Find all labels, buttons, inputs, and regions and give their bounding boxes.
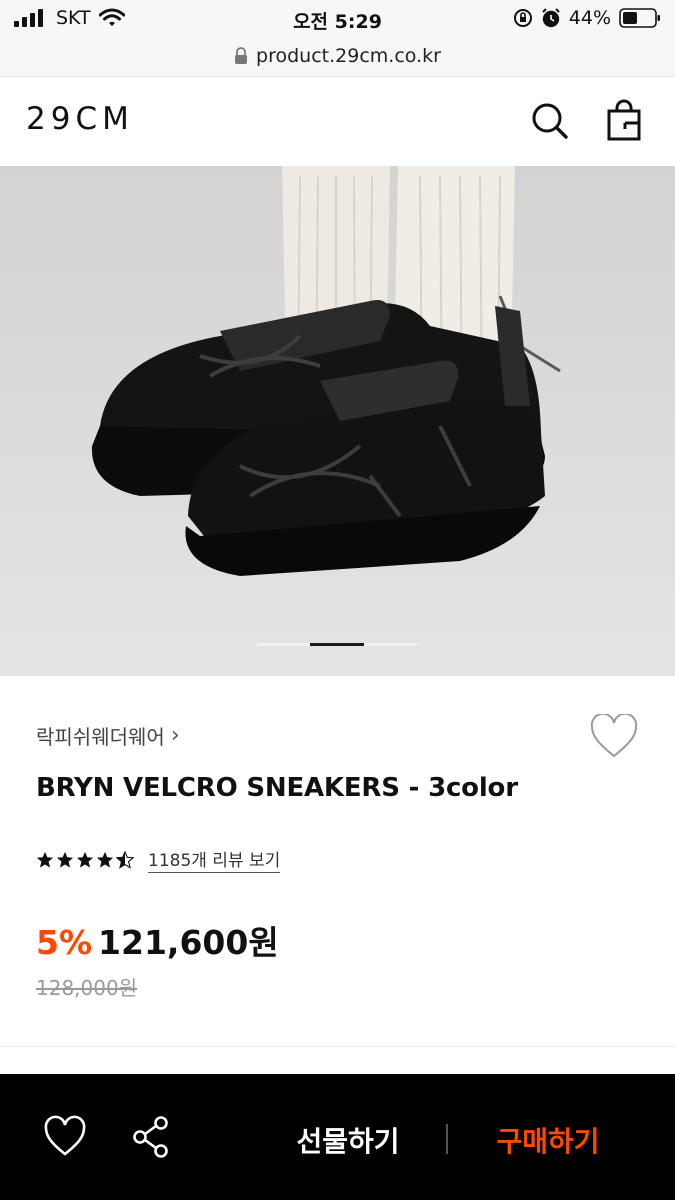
- section-divider: [0, 1046, 675, 1047]
- brand-name: 락피쉬웨더웨어: [36, 725, 165, 749]
- star-icon: [96, 851, 114, 868]
- product-info: 락피쉬웨더웨어 › BRYN VELCRO SNEAKERS - 3color …: [0, 676, 675, 1048]
- url-text: product.29cm.co.kr: [256, 45, 441, 67]
- search-icon: [532, 103, 568, 139]
- cart-button[interactable]: [603, 99, 647, 143]
- brand-link[interactable]: 락피쉬웨더웨어 ›: [36, 721, 180, 750]
- product-image-gallery[interactable]: [0, 166, 675, 676]
- heart-icon: [590, 712, 638, 758]
- address-bar[interactable]: product.29cm.co.kr: [0, 36, 675, 76]
- gift-button[interactable]: 선물하기: [268, 1120, 428, 1160]
- button-separator: [446, 1124, 448, 1154]
- sale-price: 121,600원: [98, 923, 279, 962]
- pager-segment: [364, 643, 417, 646]
- bottom-action-bar: 선물하기 구매하기: [0, 1074, 675, 1200]
- chevron-right-icon: ›: [170, 723, 180, 748]
- battery-icon: [619, 8, 660, 28]
- heart-icon: [44, 1115, 86, 1156]
- pager-segment-active: [310, 643, 364, 646]
- product-title: BRYN VELCRO SNEAKERS - 3color: [36, 773, 518, 803]
- shopping-bag-icon: [607, 99, 641, 141]
- review-link[interactable]: 1185개 리뷰 보기: [148, 846, 281, 873]
- share-button[interactable]: [128, 1114, 176, 1162]
- buy-button[interactable]: 구매하기: [468, 1120, 628, 1160]
- star-icon: [36, 851, 54, 868]
- share-icon: [133, 1116, 168, 1158]
- star-icon: [76, 851, 94, 868]
- star-icon: [56, 851, 74, 868]
- image-pager: [257, 643, 417, 646]
- status-bar: SKT 오전 5:29 44%: [0, 0, 675, 36]
- search-button[interactable]: [528, 99, 572, 143]
- like-button[interactable]: [41, 1114, 89, 1162]
- rating-row: 1185개 리뷰 보기: [36, 846, 281, 873]
- alarm-icon: [542, 8, 560, 28]
- orientation-lock-icon: [513, 9, 532, 27]
- status-right: 44%: [513, 7, 661, 29]
- site-logo[interactable]: 29CM: [26, 101, 134, 137]
- sneaker-photo: [0, 166, 675, 676]
- discount-rate: 5%: [36, 923, 93, 962]
- star-rating: [36, 850, 134, 869]
- half-star-icon: [116, 850, 134, 869]
- original-price: 128,000원: [36, 976, 138, 1000]
- lock-icon: [235, 47, 248, 64]
- battery-percent: 44%: [568, 7, 611, 29]
- wishlist-button[interactable]: [589, 712, 639, 760]
- pager-segment: [257, 643, 310, 646]
- price-row: 5% 121,600원: [36, 916, 279, 964]
- site-header: 29CM: [0, 76, 675, 166]
